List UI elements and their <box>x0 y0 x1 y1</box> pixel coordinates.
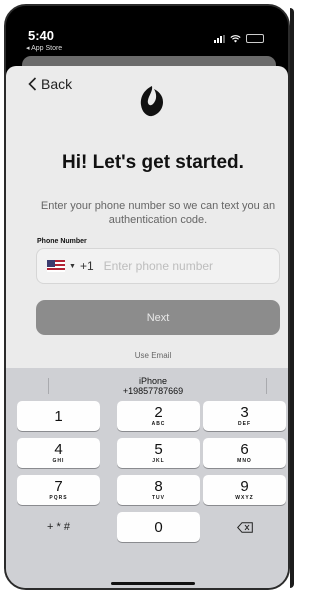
autofill-suggestion[interactable]: iPhone +19857787669 <box>6 376 288 396</box>
suggestion-number: +19857787669 <box>122 386 184 396</box>
device-side-edge <box>290 8 294 588</box>
key-number: 6 <box>240 441 249 458</box>
symbols-key[interactable]: + * # <box>17 512 100 542</box>
country-code[interactable]: +1 <box>80 259 94 273</box>
caret-down-icon[interactable]: ▼ <box>69 263 76 270</box>
key-5[interactable]: 5 JKL <box>117 438 200 468</box>
use-email-link[interactable]: Use Email <box>6 351 288 360</box>
key-9[interactable]: 9 WXYZ <box>203 475 286 505</box>
page-title: Hi! Let's get started. <box>62 152 244 173</box>
key-number: 8 <box>154 478 163 495</box>
phone-number-input[interactable] <box>103 259 254 273</box>
key-number: 5 <box>154 441 163 458</box>
key-number: 0 <box>154 518 163 536</box>
cellular-signal-icon <box>214 34 225 43</box>
numeric-keyboard: iPhone +19857787669 1 2 ABC 3 DEF 4 GHI … <box>6 368 288 588</box>
key-7[interactable]: 7 PQRS <box>17 475 100 505</box>
suggestion-title: iPhone <box>138 376 168 386</box>
phone-number-label: Phone Number <box>37 238 87 245</box>
status-bar: 5:40 ◂ App Store <box>6 6 288 62</box>
status-time: 5:40 <box>28 28 55 43</box>
key-0[interactable]: 0 <box>117 512 200 542</box>
back-button[interactable]: Back <box>28 76 72 92</box>
us-flag-icon[interactable] <box>47 260 65 272</box>
backspace-icon <box>236 521 253 533</box>
key-number: 9 <box>240 478 249 495</box>
symbols-label: + * # <box>47 521 70 533</box>
key-letters: GHI <box>52 458 65 464</box>
next-button[interactable]: Next <box>36 300 280 335</box>
key-letters: DEF <box>238 421 251 427</box>
phone-device-frame: 5:40 ◂ App Store Back Hi! Let's get star… <box>4 4 290 590</box>
battery-icon <box>246 34 264 43</box>
phone-number-field[interactable]: ▼ +1 <box>36 248 280 284</box>
key-6[interactable]: 6 MNO <box>203 438 286 468</box>
instructions-text: Enter your phone number so we can text y… <box>40 200 276 226</box>
brand-logo-icon <box>140 86 163 117</box>
key-letters: WXYZ <box>235 495 254 501</box>
key-number: 1 <box>54 407 63 425</box>
chevron-left-icon <box>28 77 37 91</box>
wifi-icon <box>230 34 241 43</box>
key-number: 7 <box>54 478 63 495</box>
key-4[interactable]: 4 GHI <box>17 438 100 468</box>
key-8[interactable]: 8 TUV <box>117 475 200 505</box>
key-1[interactable]: 1 <box>17 401 100 431</box>
key-letters: PQRS <box>49 495 68 501</box>
back-button-label: Back <box>41 76 73 92</box>
key-letters: JKL <box>152 458 165 464</box>
key-2[interactable]: 2 ABC <box>117 401 200 431</box>
status-icons <box>214 34 264 43</box>
key-3[interactable]: 3 DEF <box>203 401 286 431</box>
home-indicator[interactable] <box>111 582 195 585</box>
key-letters: TUV <box>152 495 165 501</box>
key-letters: MNO <box>237 458 252 464</box>
delete-key[interactable] <box>203 512 286 542</box>
key-letters: ABC <box>151 421 166 427</box>
key-number: 4 <box>54 441 63 458</box>
key-number: 3 <box>240 404 249 421</box>
back-to-app-store-link[interactable]: ◂ App Store <box>26 44 62 52</box>
key-number: 2 <box>154 404 163 421</box>
